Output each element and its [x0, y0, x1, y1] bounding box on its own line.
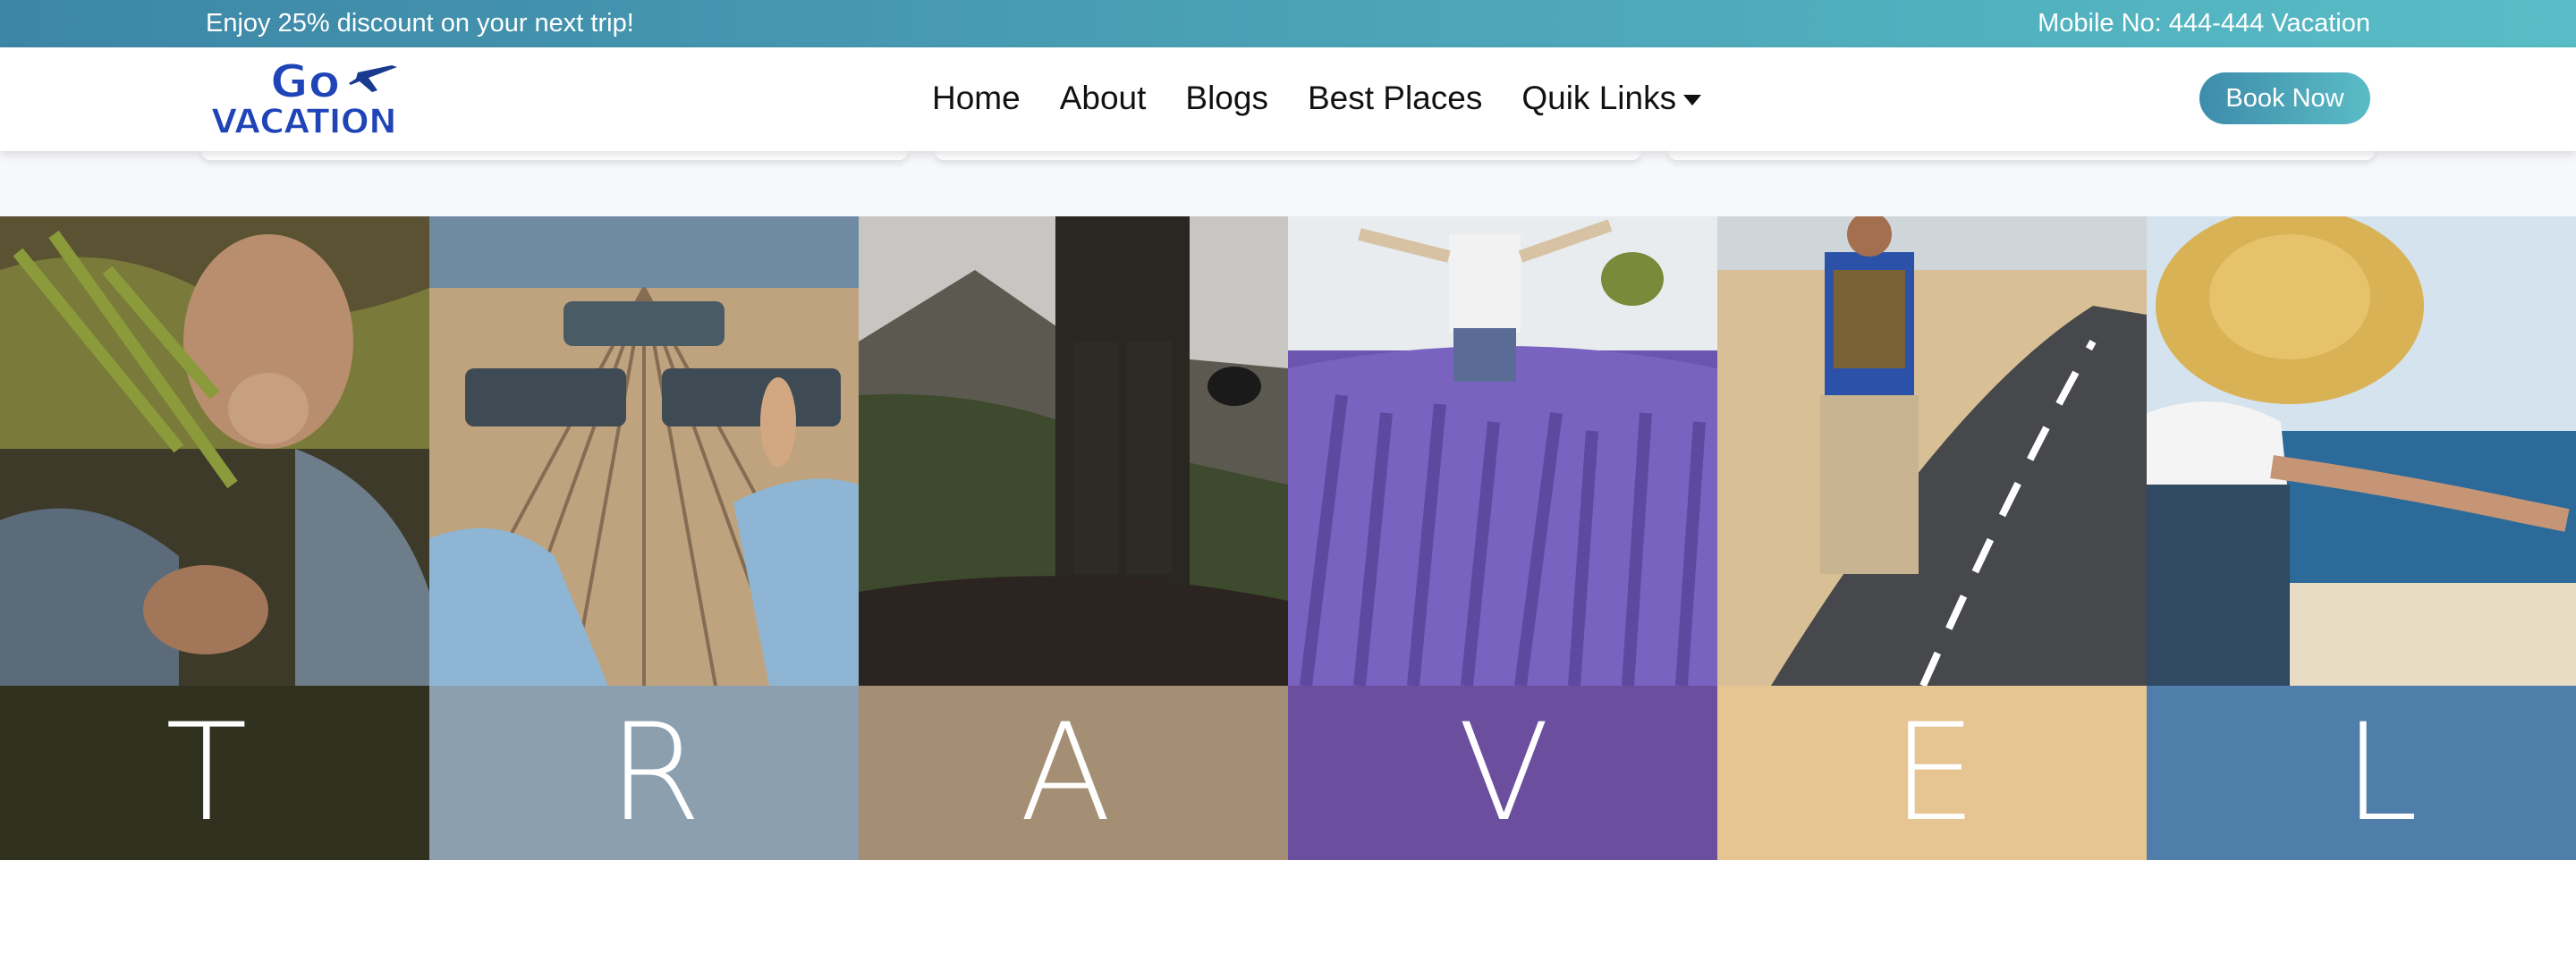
travel-gallery: T R A V E L	[0, 216, 2576, 860]
nav-blogs[interactable]: Blogs	[1185, 80, 1268, 117]
svg-text:VACATION: VACATION	[211, 102, 396, 141]
letter-block-l: L	[2147, 686, 2576, 860]
car-window-hat-photo	[2147, 216, 2576, 686]
nav-about[interactable]: About	[1060, 80, 1147, 117]
letter-t: T	[165, 695, 248, 851]
main-nav: Home About Blogs Best Places Quik Links	[932, 80, 1702, 117]
letter-e: E	[1892, 695, 1977, 851]
lavender-field-photo	[1288, 216, 1717, 686]
desert-road-hiker-photo	[1717, 216, 2147, 686]
letter-block-v: V	[1288, 686, 1717, 860]
nav-best-places[interactable]: Best Places	[1308, 80, 1482, 117]
letter-block-a: A	[859, 686, 1288, 860]
mountain-photographer-photo	[859, 216, 1288, 686]
boat-deck-photo	[429, 216, 859, 686]
travel-tile-v[interactable]: V	[1288, 216, 1717, 860]
letter-v: V	[1458, 695, 1550, 851]
svg-text:Go: Go	[270, 55, 340, 109]
travel-tile-a[interactable]: A	[859, 216, 1288, 860]
letter-block-r: R	[429, 686, 859, 860]
cards-strip	[0, 151, 2576, 216]
book-now-button[interactable]: Book Now	[2199, 72, 2370, 124]
letter-l: L	[2343, 695, 2419, 851]
letter-a: A	[1020, 695, 1112, 851]
travel-tile-l[interactable]: L	[2147, 216, 2576, 860]
letter-block-e: E	[1717, 686, 2147, 860]
nav-best-places-label: Best Places	[1307, 80, 1483, 116]
travel-tile-t[interactable]: T	[0, 216, 429, 860]
card-edge	[1668, 151, 2375, 160]
promo-bar: Enjoy 25% discount on your next trip! Mo…	[0, 0, 2576, 47]
letter-block-t: T	[0, 686, 429, 860]
promo-text: Enjoy 25% discount on your next trip!	[206, 9, 634, 38]
nav-blogs-label: Blogs	[1185, 80, 1268, 116]
nav-home[interactable]: Home	[932, 80, 1021, 117]
travel-tile-e[interactable]: E	[1717, 216, 2147, 860]
fern-portrait-photo	[0, 216, 429, 686]
nav-about-label: About	[1059, 80, 1147, 116]
letter-r: R	[608, 695, 702, 851]
card-edge	[201, 151, 908, 160]
travel-tile-r[interactable]: R	[429, 216, 859, 860]
airplane-icon	[349, 65, 397, 92]
caret-down-icon	[1683, 95, 1702, 105]
nav-home-label: Home	[932, 80, 1021, 116]
phone-text: Mobile No: 444-444 Vacation	[2038, 9, 2370, 38]
nav-quik-links-label: Quik Links	[1521, 80, 1677, 116]
site-header: Go VACATION Home About Blogs Best Places…	[0, 47, 2576, 151]
nav-quik-links[interactable]: Quik Links	[1521, 80, 1702, 117]
card-edge	[935, 151, 1641, 160]
brand-logo[interactable]: Go VACATION	[208, 55, 409, 142]
